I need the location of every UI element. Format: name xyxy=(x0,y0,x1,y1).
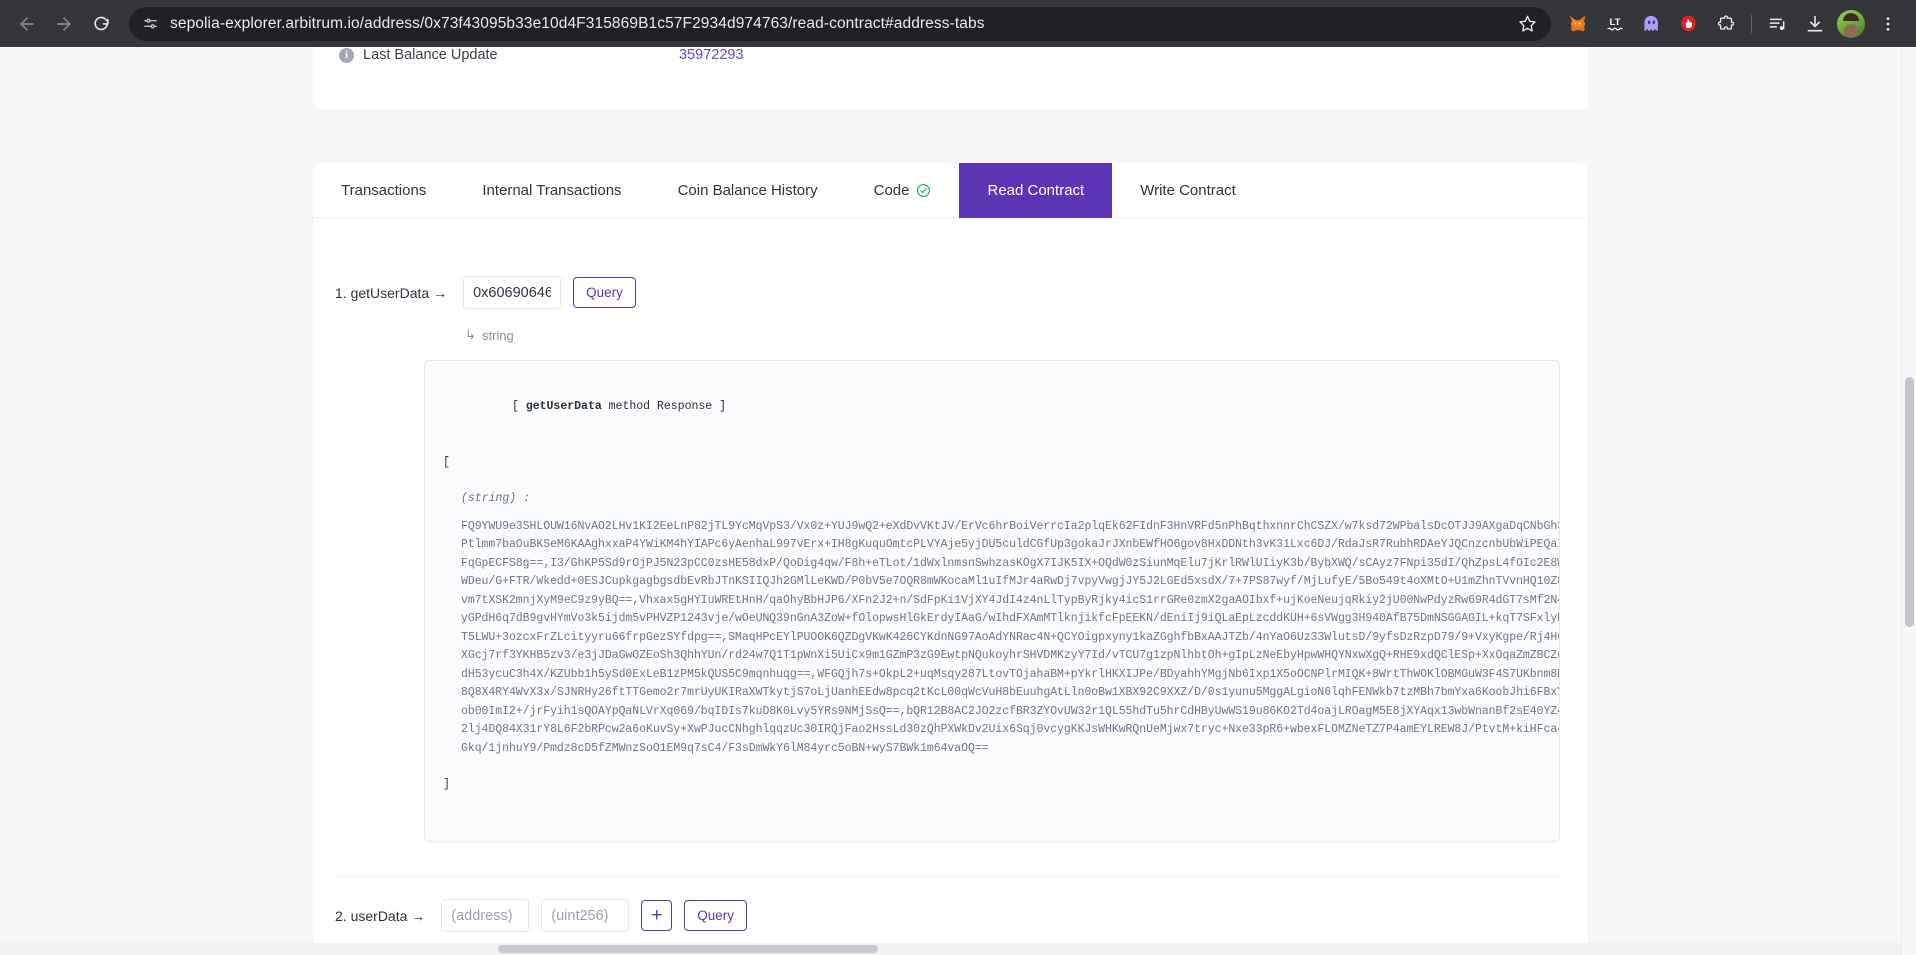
response-line: XGcj7rf3YKHB5zv3/e3jJDaGwOZEoSh3QhhYUn/r… xyxy=(461,649,1560,662)
response-line: yGPdH6q7dB9gvHYmVo3k5ijdm5vPHVZP1243vje/… xyxy=(461,612,1560,625)
function-arrow-icon: → xyxy=(411,908,426,924)
function-arrow-icon: → xyxy=(433,285,448,301)
address-bar[interactable]: sepolia-explorer.arbitrum.io/address/0x7… xyxy=(129,6,1551,41)
languagetool-extension-icon[interactable]: LT xyxy=(1598,7,1631,40)
function-signature-label: 1. getUserData → xyxy=(335,276,447,301)
response-line: WDeu/G+FTR/Wkedd+0ESJCupkgagbgsdbEvRbJTn… xyxy=(461,575,1560,588)
response-value-lines: FQ9YWU9e3SHLOUW16NvAO2LHv1KI2EeLnP82jTL9… xyxy=(461,518,1560,759)
tab-label: Transactions xyxy=(341,182,427,199)
tab-label: Code xyxy=(873,182,910,199)
userdata-add-argument-button[interactable]: + xyxy=(641,900,673,931)
last-balance-update-row: i Last Balance Update 35972293 xyxy=(339,47,744,63)
address-tabs: Transactions Internal Transactions Coin … xyxy=(313,163,1588,218)
response-line: 8Q8X4RY4WvX3x/SJNRHy26ftTTGemo2r7mrUyUKI… xyxy=(461,686,1560,699)
response-open-bracket: [ xyxy=(443,455,450,469)
response-line: Gkq/1jnhuY9/Pmdz8cD5fZMWnzSoO1EM9q7sC4/F… xyxy=(461,741,989,755)
function-index: 1. xyxy=(335,285,347,301)
tab-transactions[interactable]: Transactions xyxy=(313,163,454,218)
tab-read-contract[interactable]: Read Contract xyxy=(959,163,1113,218)
userdata-address-input[interactable] xyxy=(441,899,530,932)
function-signature-label: 2. userData → xyxy=(335,899,425,924)
response-header-suffix: method Response ] xyxy=(601,399,726,413)
bookmark-star-icon[interactable] xyxy=(1518,14,1537,33)
function-name: getUserData xyxy=(350,285,430,301)
metamask-extension-icon[interactable] xyxy=(1561,7,1594,40)
function-input-controls: + Query xyxy=(441,899,748,932)
userdata-query-button[interactable]: Query xyxy=(684,900,748,931)
response-header: [ getUserData method Response ] xyxy=(443,379,1539,435)
brave-rewards-extension-icon[interactable] xyxy=(1672,7,1705,40)
tab-internal-transactions[interactable]: Internal Transactions xyxy=(454,163,649,218)
response-line: FqGpECFS8g==,I3/GhKP5Sd9rOjPJ5N23pCC0zsH… xyxy=(461,556,1560,570)
tab-label: Coin Balance History xyxy=(677,182,818,199)
reading-list-icon[interactable] xyxy=(1761,7,1794,40)
avatar-hair xyxy=(1843,12,1859,21)
toolbar-divider xyxy=(1751,14,1752,33)
tab-label: Write Contract xyxy=(1140,182,1236,199)
response-line: Ptlmm7baOuBKSeM6KAAghxxaP4YWiKM4hYIAPc6y… xyxy=(461,538,1560,551)
forward-button[interactable] xyxy=(47,7,81,41)
verified-check-icon xyxy=(916,183,931,198)
vertical-scrollbar-track[interactable] xyxy=(1901,47,1916,955)
extension-toolbar: LT xyxy=(1559,7,1744,40)
response-close-bracket: ] xyxy=(443,778,450,791)
site-settings-icon[interactable] xyxy=(142,15,159,32)
tab-label: Read Contract xyxy=(987,182,1085,199)
function-index: 2. xyxy=(335,908,347,924)
getuserdata-address-input[interactable] xyxy=(463,276,562,309)
horizontal-scrollbar-track[interactable] xyxy=(0,943,1901,955)
tab-code[interactable]: Code xyxy=(846,163,960,218)
response-line: ob00ImI2+/jrFyih1sQOAYpQaNLVrXq069/bqIDI… xyxy=(461,704,1560,718)
vertical-scrollbar-thumb[interactable] xyxy=(1905,377,1914,627)
page-viewport: i Last Balance Update 35972293 Transacti… xyxy=(0,47,1916,955)
phantom-wallet-extension-icon[interactable] xyxy=(1635,7,1668,40)
url-text: sepolia-explorer.arbitrum.io/address/0x7… xyxy=(170,14,985,32)
response-header-prefix: [ xyxy=(512,399,526,413)
response-line: vm7tXSK2mnjXyM9eC9z9yBQ==,Vhxax5gHYIuWRE… xyxy=(461,593,1560,607)
response-line: 2lj4DQ84X31rY8L6F2bRPcw2a6oKuvSy+XwPJucC… xyxy=(461,723,1560,736)
response-line: dH53ycuC3h4X/KZUbb1h5ySd0ExLeB1zPM5kQUS5… xyxy=(461,667,1560,681)
downloads-icon[interactable] xyxy=(1798,7,1831,40)
three-dot-menu-icon[interactable] xyxy=(1871,7,1904,40)
return-arrow-icon: ↳ xyxy=(465,327,476,342)
tab-write-contract[interactable]: Write Contract xyxy=(1112,163,1264,218)
response-value-type-label: (string) : xyxy=(461,492,531,505)
read-contract-body: 1. getUserData → Query ↳ string xyxy=(313,218,1588,955)
getuserdata-response-panel: [ getUserData method Response ] [ (strin… xyxy=(424,360,1560,842)
function-input-controls: Query xyxy=(463,276,636,309)
extensions-puzzle-icon[interactable] xyxy=(1709,7,1742,40)
svg-text:LT: LT xyxy=(1609,16,1620,27)
userdata-uint256-input[interactable] xyxy=(541,899,630,932)
info-icon[interactable]: i xyxy=(339,47,354,63)
last-balance-update-value[interactable]: 35972293 xyxy=(679,47,744,63)
contract-tabs-card: Transactions Internal Transactions Coin … xyxy=(313,163,1588,955)
return-type-row: ↳ string xyxy=(465,327,636,343)
back-button[interactable] xyxy=(10,7,44,41)
last-balance-update-label: Last Balance Update xyxy=(363,47,498,63)
tab-coin-balance-history[interactable]: Coin Balance History xyxy=(650,163,846,218)
profile-avatar[interactable] xyxy=(1837,9,1865,38)
response-line: FQ9YWU9e3SHLOUW16NvAO2LHv1KI2EeLnP82jTL9… xyxy=(461,519,1560,533)
return-type-label: string xyxy=(481,327,514,343)
reload-button[interactable] xyxy=(84,7,118,41)
avatar-face xyxy=(1844,23,1858,37)
balance-summary-card: i Last Balance Update 35972293 xyxy=(313,47,1588,109)
browser-toolbar: sepolia-explorer.arbitrum.io/address/0x7… xyxy=(0,0,1916,47)
tab-label: Internal Transactions xyxy=(482,182,622,199)
function-name: userData xyxy=(350,908,408,924)
getuserdata-query-button[interactable]: Query xyxy=(573,277,636,308)
response-header-method: getUserData xyxy=(525,399,602,413)
response-line: T5LWU+3ozcxFrZLcityyru66frpGezSYfdpg==,S… xyxy=(461,630,1560,644)
horizontal-scrollbar-thumb[interactable] xyxy=(498,945,878,953)
function-row-getuserdata: 1. getUserData → Query ↳ string xyxy=(313,218,1588,343)
